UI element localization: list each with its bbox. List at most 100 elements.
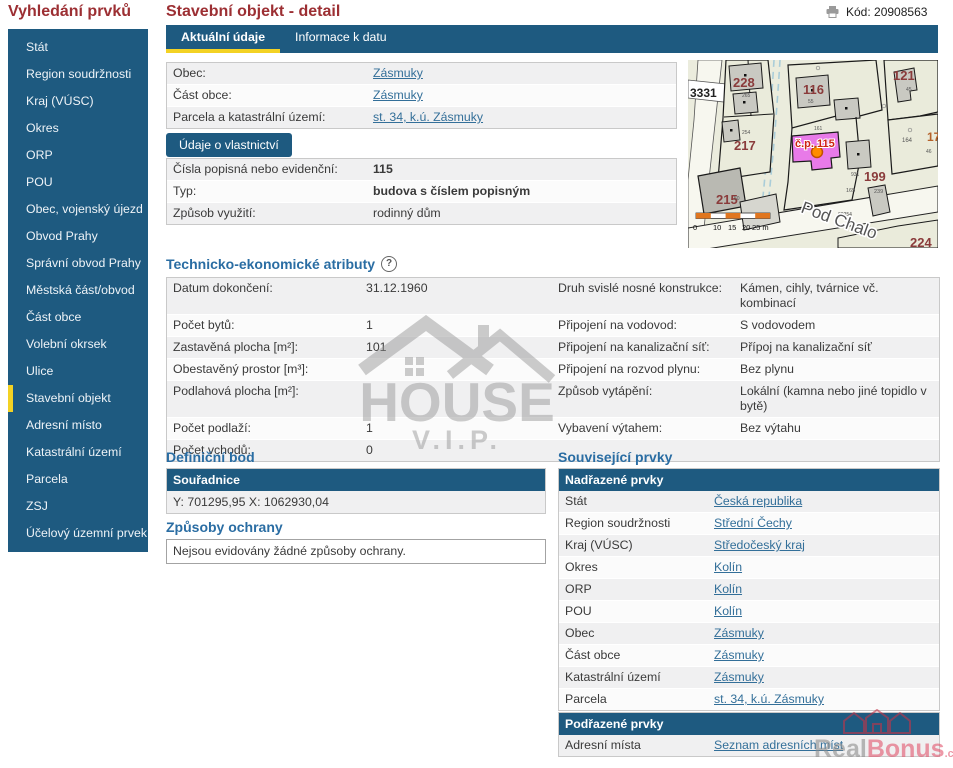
parcel-number: 116 <box>803 82 824 97</box>
parent-elements-table: Nadřazené prvky Stát Česká republika Reg… <box>558 468 940 711</box>
stat-link[interactable]: Česká republika <box>714 494 802 509</box>
definition-point-heading: Definiční bod <box>166 449 255 465</box>
obec-rel-link[interactable]: Zásmuky <box>714 626 764 641</box>
table-row: Okres Kolín <box>559 557 939 579</box>
building-number: 46 <box>926 149 932 155</box>
table-row: Region soudržnosti Střední Čechy <box>559 513 939 535</box>
parcel-number: 228 <box>733 75 755 90</box>
help-icon[interactable]: ? <box>381 256 397 272</box>
protection-heading: Způsoby ochrany <box>166 519 283 535</box>
ownership-button[interactable]: Údaje o vlastnictví <box>166 133 292 157</box>
table-row: POU Kolín <box>559 601 939 623</box>
table-row: Způsob využití: rodinný dům <box>167 203 676 224</box>
tab-informace-k-datu[interactable]: Informace k datu <box>280 25 402 53</box>
katastralni-uzemi-link[interactable]: Zásmuky <box>714 670 764 685</box>
scale-label: 25 m <box>752 223 769 232</box>
child-elements-table: Podřazené prvky Adresní místa Seznam adr… <box>558 712 940 757</box>
row-value: Kámen, cihly, tvárnice vč. kombinací <box>740 281 939 311</box>
table-row: Čísla popisná nebo evidenční: 115 <box>167 159 676 181</box>
row-value: 101 <box>366 340 558 355</box>
identity-table: Čísla popisná nebo evidenční: 115 Typ: b… <box>166 158 677 225</box>
sidebar-item-region-soudrznosti[interactable]: Region soudržnosti <box>8 61 148 88</box>
parcel-number: 121 <box>893 68 915 83</box>
pou-link[interactable]: Kolín <box>714 604 742 619</box>
parent-elements-header: Nadřazené prvky <box>559 469 939 491</box>
sidebar-item-okres[interactable]: Okres <box>8 115 148 142</box>
row-label: POU <box>559 604 714 619</box>
sidebar-item-kraj[interactable]: Kraj (VÚSC) <box>8 88 148 115</box>
sidebar-item-stat[interactable]: Stát <box>8 34 148 61</box>
row-value: Lokální (kamna nebo jiné topidlo v bytě) <box>740 384 939 414</box>
sidebar-item-obec[interactable]: Obec, vojenský újezd <box>8 196 148 223</box>
obec-link[interactable]: Zásmuky <box>373 66 423 81</box>
row-value: rodinný dům <box>373 206 447 221</box>
row-value: S vodovodem <box>740 318 939 333</box>
sidebar-item-cast-obce[interactable]: Část obce <box>8 304 148 331</box>
row-label: Parcela a katastrální území: <box>167 110 373 125</box>
page-title: Stavební objekt - detail <box>166 3 340 21</box>
row-label: Typ: <box>167 184 373 199</box>
parcel-number: 199 <box>864 169 886 184</box>
sidebar-item-volebni-okrsek[interactable]: Volební okrsek <box>8 331 148 358</box>
table-row: Adresní místa Seznam adresních míst <box>559 735 939 756</box>
tab-bar: Aktuální údaje Informace k datu <box>166 25 938 53</box>
table-row: Část obce: Zásmuky <box>167 85 676 107</box>
sidebar-item-parcela[interactable]: Parcela <box>8 466 148 493</box>
row-label: Region soudržnosti <box>559 516 714 531</box>
tab-aktualni-udaje[interactable]: Aktuální údaje <box>166 25 280 53</box>
page: Vyhledání prvků Stát Region soudržnosti … <box>0 0 953 768</box>
map-parcel <box>888 114 938 174</box>
table-row: Zastavěná plocha [m²]: 101 Připojení na … <box>167 337 939 359</box>
table-row: Kraj (VÚSC) Středočeský kraj <box>559 535 939 557</box>
orp-link[interactable]: Kolín <box>714 582 742 597</box>
region-link[interactable]: Střední Čechy <box>714 516 792 531</box>
okres-link[interactable]: Kolín <box>714 560 742 575</box>
row-value: budova s číslem popisným <box>373 184 536 199</box>
scale-label: 10 <box>713 223 721 232</box>
table-row: Stát Česká republika <box>559 491 939 513</box>
row-value: 1 <box>366 421 558 436</box>
parcela-link[interactable]: st. 34, k.ú. Zásmuky <box>373 110 483 125</box>
sidebar-item-zsj[interactable]: ZSJ <box>8 493 148 520</box>
table-row: Datum dokončení: 31.12.1960 Druh svislé … <box>167 278 939 315</box>
sidebar-title: Vyhledání prvků <box>8 3 131 21</box>
row-label: Obec: <box>167 66 373 81</box>
parcel-number: 224 <box>910 235 932 248</box>
coordinates-table: Souřadnice Y: 701295,95 X: 1062930,04 <box>166 468 546 514</box>
sidebar-item-ulice[interactable]: Ulice <box>8 358 148 385</box>
row-value: Bez plynu <box>740 362 939 377</box>
row-label: Způsob využití: <box>167 206 373 221</box>
row-label: Část obce: <box>167 88 373 103</box>
sidebar-item-ucelovy-uzemni-prvek[interactable]: Účelový územní prvek <box>8 520 148 547</box>
cadastral-map[interactable]: 3331 228 217 215 116 121 164 199 224 17 … <box>688 60 938 248</box>
parcel-number: 164 <box>902 138 913 144</box>
tech-table: Datum dokončení: 31.12.1960 Druh svislé … <box>166 277 940 462</box>
code-label: Kód: 20908563 <box>846 5 927 19</box>
code-block: Kód: 20908563 <box>826 5 927 19</box>
sidebar-item-adresni-misto[interactable]: Adresní místo <box>8 412 148 439</box>
building-number: 165 <box>846 188 855 194</box>
row-label: Parcela <box>559 692 714 707</box>
sidebar-item-stavebni-objekt[interactable]: Stavební objekt <box>8 385 148 412</box>
row-label: Počet bytů: <box>167 318 366 333</box>
sidebar-item-orp[interactable]: ORP <box>8 142 148 169</box>
sidebar-item-obvod-prahy[interactable]: Obvod Prahy <box>8 223 148 250</box>
sidebar-item-pou[interactable]: POU <box>8 169 148 196</box>
row-label: Obestavěný prostor [m³]: <box>167 362 366 377</box>
parcela-rel-link[interactable]: st. 34, k.ú. Zásmuky <box>714 692 824 707</box>
adresni-mista-link[interactable]: Seznam adresních míst <box>714 738 843 753</box>
table-row: Obec: Zásmuky <box>167 63 676 85</box>
row-label: Způsob vytápění: <box>558 384 740 399</box>
row-label: Vybavení výtahem: <box>558 421 740 436</box>
kraj-link[interactable]: Středočeský kraj <box>714 538 805 553</box>
row-label: Připojení na rozvod plynu: <box>558 362 740 377</box>
sidebar-item-mestska-cast[interactable]: Městská část/obvod <box>8 277 148 304</box>
sidebar-item-katastralni-uzemi[interactable]: Katastrální území <box>8 439 148 466</box>
printer-icon[interactable] <box>826 6 839 18</box>
table-row: Parcela a katastrální území: st. 34, k.ú… <box>167 107 676 128</box>
table-row: Počet podlaží: 1 Vybavení výtahem: Bez v… <box>167 418 939 440</box>
cast-obce-link[interactable]: Zásmuky <box>373 88 423 103</box>
cast-obce-rel-link[interactable]: Zásmuky <box>714 648 764 663</box>
row-value: 31.12.1960 <box>366 281 558 296</box>
sidebar-item-spravni-obvod-prahy[interactable]: Správní obvod Prahy <box>8 250 148 277</box>
